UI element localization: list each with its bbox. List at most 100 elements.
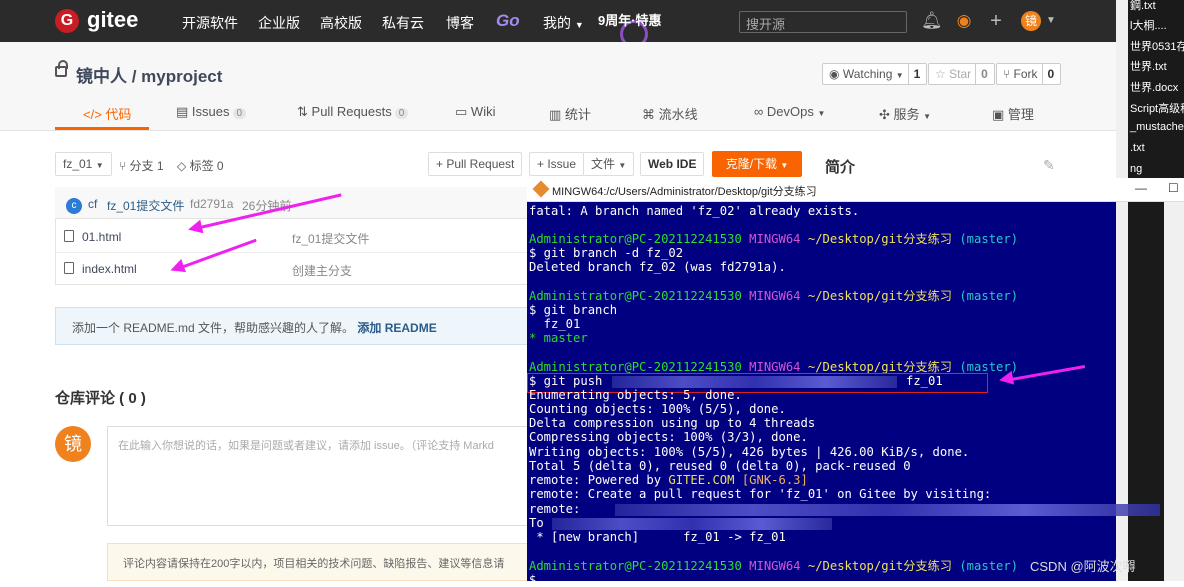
nav-item-enterprise[interactable]: 企业版 xyxy=(258,13,300,33)
terminal-line: fz_01 xyxy=(529,317,581,331)
terminal-command: $ git branch -d fz_02 xyxy=(529,246,684,260)
branch-selector-label: fz_01 xyxy=(63,157,93,171)
clone-download-button[interactable]: 克隆/下载 ▼ xyxy=(712,151,802,177)
tab-code[interactable]: </> 代码 xyxy=(83,104,131,123)
tab-services[interactable]: ✣ 服务 ▼ xyxy=(879,104,931,123)
redacted-pr-url xyxy=(615,504,1160,516)
edit-icon[interactable]: ✎ xyxy=(1043,157,1055,174)
file-name[interactable]: 01.html xyxy=(82,230,121,244)
desktop-file[interactable]: Script高级程 xyxy=(1130,100,1184,116)
branches-label: 分支 1 xyxy=(129,159,164,173)
fork-icon: ⑂ xyxy=(1003,67,1011,81)
chevron-down-icon: ▼ xyxy=(923,112,932,121)
search-input[interactable]: 搜开源 xyxy=(739,11,907,33)
location-pin-icon[interactable]: ◉ xyxy=(954,11,974,31)
desktop-file[interactable]: l大桐.... xyxy=(1130,17,1167,33)
tab-issues[interactable]: ▤ Issues 0 xyxy=(176,104,247,120)
tab-manage[interactable]: ▣ 管理 xyxy=(992,104,1034,123)
prompt-path: ~/Desktop/git分支练习 xyxy=(807,289,952,303)
tab-pull-requests[interactable]: ⇅ Pull Requests 0 xyxy=(297,104,409,120)
user-avatar[interactable]: 镜 xyxy=(1021,11,1041,31)
fork-button[interactable]: ⑂ Fork 0 xyxy=(996,63,1062,85)
anniversary-promo[interactable]: 9周年·特惠 xyxy=(598,10,662,29)
bell-icon[interactable]: 🔔︎ xyxy=(921,11,943,31)
nav-item-mine[interactable]: 我的 ▼ xyxy=(543,13,584,33)
terminal-line: To xyxy=(529,516,544,530)
desktop-file[interactable]: 世界.txt xyxy=(1130,58,1167,74)
readme-notice-text: 添加一个 README.md 文件，帮助感兴趣的人了解。 添加 README xyxy=(72,319,437,336)
watching-count: 1 xyxy=(907,64,920,84)
terminal-command: $ git branch xyxy=(529,303,618,317)
watching-button[interactable]: ◉ Watching ▼ 1 xyxy=(822,63,928,85)
tab-stats[interactable]: ▥ 统计 xyxy=(549,104,591,123)
redacted-remote-url xyxy=(552,518,832,530)
desktop-file[interactable]: 世界.docx xyxy=(1130,79,1178,95)
manage-icon: ▣ xyxy=(992,107,1005,122)
gitee-link: GITEE.COM xyxy=(668,473,735,487)
chevron-down-icon: ▼ xyxy=(574,20,584,30)
desktop-file[interactable]: .txt xyxy=(1130,142,1145,154)
terminal-line: * master xyxy=(529,331,588,345)
comment-placeholder: 在此输入你想说的话，如果是问题或者建议，请添加 issue。（评论支持 Mark… xyxy=(118,440,494,452)
commit-author-avatar[interactable]: c xyxy=(66,198,82,214)
avatar-dropdown-icon[interactable]: ▼ xyxy=(1046,15,1056,26)
file-commit-message[interactable]: 创建主分支 xyxy=(292,262,352,279)
nav-item-university[interactable]: 高校版 xyxy=(320,13,362,33)
commit-hash[interactable]: fd2791a xyxy=(190,197,233,211)
terminal-prompt: Administrator@PC-202112241530 MINGW64 ~/… xyxy=(529,232,1018,246)
file-commit-message[interactable]: fz_01提交文件 xyxy=(292,230,369,247)
brand-name[interactable]: gitee xyxy=(87,7,138,33)
star-label: Star xyxy=(949,67,972,81)
desktop-file[interactable]: ng xyxy=(1130,163,1142,175)
csdn-watermark: CSDN @阿波次嘚 xyxy=(1030,559,1136,574)
gitee-logo-icon[interactable]: G xyxy=(55,9,79,33)
maximize-button[interactable]: ☐ xyxy=(1168,181,1179,195)
terminal-line: remote: Create a pull request for 'fz_01… xyxy=(529,487,992,501)
tab-devops[interactable]: ∞ DevOps ▼ xyxy=(754,104,825,119)
terminal-line: * [new branch] fz_01 -> fz_01 xyxy=(529,530,786,544)
new-pull-request-button[interactable]: + Pull Request xyxy=(428,152,523,176)
desktop-file[interactable]: _mustache| xyxy=(1130,121,1184,133)
tab-devops-label: DevOps xyxy=(766,104,814,119)
nav-item-go[interactable]: Go xyxy=(496,11,520,31)
tag-icon: ◇ xyxy=(177,159,187,173)
branch-icon: ⑂ xyxy=(119,159,127,173)
nav-item-blog[interactable]: 博客 xyxy=(446,13,474,33)
tab-wiki[interactable]: ▭ Wiki xyxy=(455,104,495,120)
comment-rules-text: 评论内容请保持在200字以内，项目相关的技术问题、缺陷报告、建议等信息请 xyxy=(123,558,505,570)
nav-item-open-source[interactable]: 开源软件 xyxy=(182,13,238,33)
prompt-branch: (master) xyxy=(959,289,1019,303)
desktop-file[interactable]: 世界0531存 xyxy=(1130,38,1184,54)
minimize-button[interactable]: — xyxy=(1135,181,1147,195)
pipeline-icon: ⌘ xyxy=(642,107,655,122)
issues-icon: ▤ xyxy=(176,104,189,119)
prompt-path: ~/Desktop/git分支练习 xyxy=(807,232,952,246)
branch-selector[interactable]: fz_01 ▼ xyxy=(55,152,112,176)
terminal-scrollbar[interactable] xyxy=(1164,202,1184,581)
fork-count: 0 xyxy=(1041,64,1054,84)
browser-scrollbar[interactable] xyxy=(1116,0,1128,581)
commit-message[interactable]: fz_01提交文件 xyxy=(107,197,184,214)
nav-mine-label: 我的 xyxy=(543,15,571,31)
wiki-icon: ▭ xyxy=(455,104,468,119)
intro-heading: 简介 xyxy=(825,159,856,176)
nav-item-private-cloud[interactable]: 私有云 xyxy=(382,13,424,33)
file-name[interactable]: index.html xyxy=(82,262,137,276)
tags-link[interactable]: ◇ 标签 0 xyxy=(177,157,224,174)
new-issue-button[interactable]: + Issue xyxy=(529,152,585,176)
add-readme-link[interactable]: 添加 README xyxy=(357,321,436,335)
annotation-arrowhead xyxy=(997,370,1015,388)
desktop-file[interactable]: 鋼.txt xyxy=(1130,0,1156,13)
file-menu-button[interactable]: 文件 ▼ xyxy=(583,152,635,176)
star-button[interactable]: ☆ Star 0 xyxy=(928,63,995,85)
code-icon: </> xyxy=(83,107,102,122)
chevron-down-icon: ▼ xyxy=(780,161,789,170)
terminal-title: MINGW64:/c/Users/Administrator/Desktop/g… xyxy=(552,186,817,198)
commit-author[interactable]: cf xyxy=(88,197,97,211)
web-ide-button[interactable]: Web IDE xyxy=(640,152,705,176)
prompt-user: Administrator@PC-202112241530 xyxy=(529,289,742,303)
tab-pipeline[interactable]: ⌘ 流水线 xyxy=(642,104,698,123)
plus-icon[interactable]: + xyxy=(986,11,1006,31)
branches-link[interactable]: ⑂ 分支 1 xyxy=(119,157,164,174)
project-title[interactable]: 镜中人 / myproject xyxy=(76,62,222,87)
